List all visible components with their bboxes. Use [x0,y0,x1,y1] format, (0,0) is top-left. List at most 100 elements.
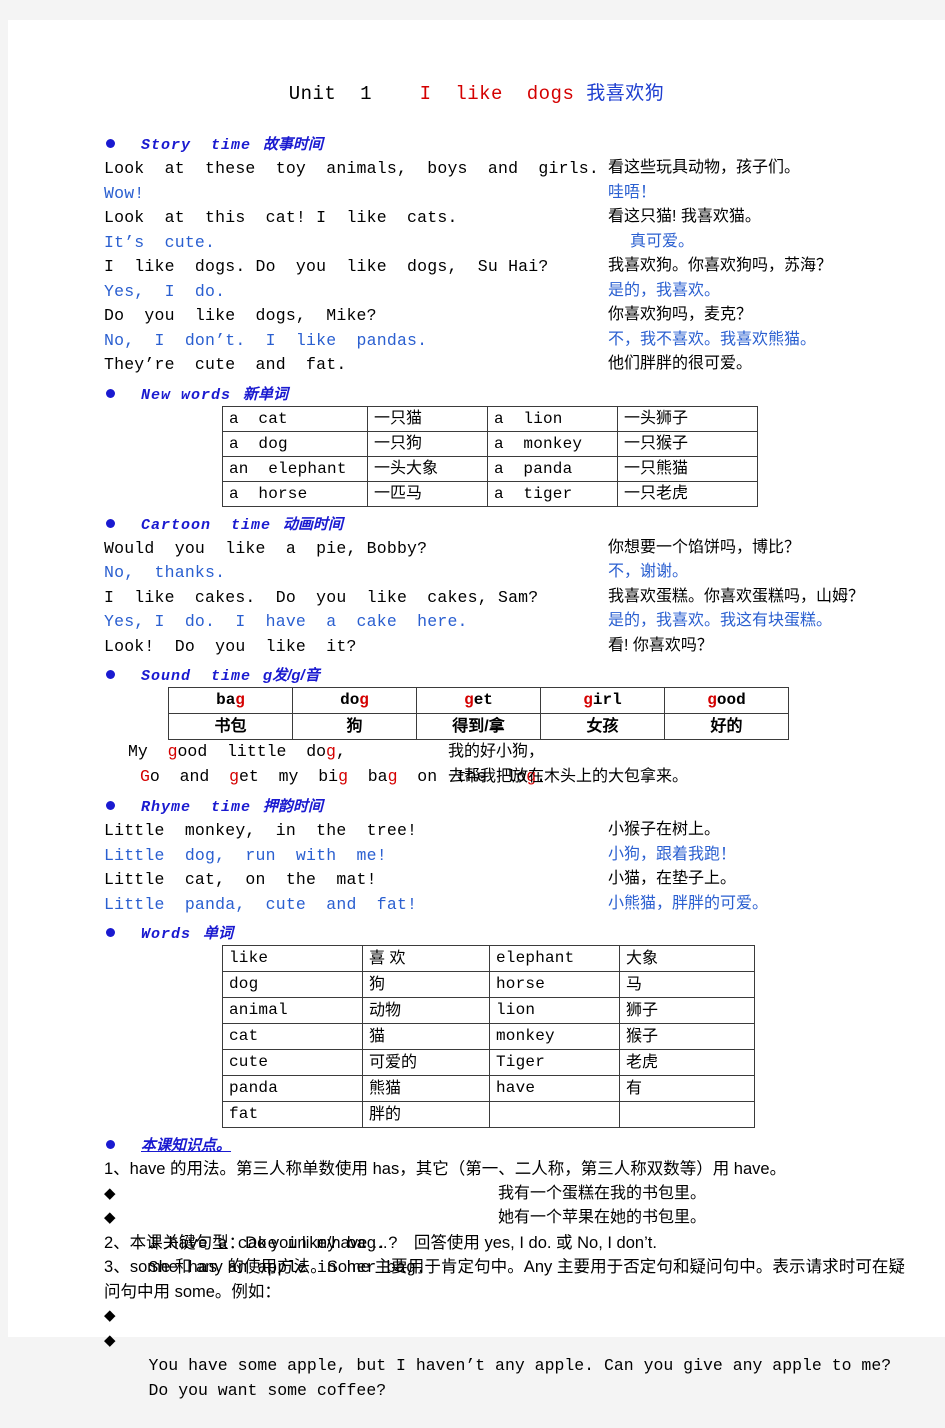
rhyme-line: Little monkey, in the tree! 小猴子在树上。 [8,818,945,843]
table-row: a cat 一只猫 a lion 一头狮子 [222,405,758,432]
dialogue-en: Yes, I do. I have a cake here. [104,612,468,631]
dialogue-cn: 看! 你喜欢吗？ [608,636,713,654]
page-content: Unit 1 I like dogs 我喜欢狗 Story time 故事时间 … [8,78,945,1400]
dialogue-cn: 你喜欢狗吗，麦克？ [608,306,753,323]
bullet-dot-icon [106,518,115,528]
cell-word: a lion [487,405,618,432]
cell-meaning: 动物 [362,997,490,1024]
knowledge-point-1: 1、have 的用法。第三人称单数使用 has，其它（第一、二人称，第三人称双数… [104,1160,787,1178]
example-en: Do you want some coffee? [148,1380,387,1400]
dialogue-en: Wow! [104,183,145,203]
cell-meaning: 大象 [619,945,755,972]
section-title-cn: 新单词 [243,385,289,403]
cell-meaning: 猴子 [619,1023,755,1050]
rhyme-en: Little dog, run with me! [104,845,387,865]
cell-meaning: 老虎 [619,1049,755,1076]
cell-meaning: 一只老虎 [617,480,758,507]
words-table: like 喜 欢 elephant 大象 dog 狗 horse 马 anima… [222,945,755,1128]
section-header-rhyme-time: Rhyme time 押韵时间 [8,795,945,816]
cell-word: a horse [222,480,368,507]
dialogue-cn: 看这些玩具动物，孩子们。 [608,159,801,176]
dialogue-en: It’s cute. [104,232,216,252]
page-title: Unit 1 I like dogs 我喜欢狗 [8,78,945,105]
rhyme-line: Little cat, on the mat! 小猫，在垫子上。 [8,867,945,892]
cell-meaning: 有 [619,1075,755,1102]
dialogue-cn: 不，我不喜欢。我喜欢熊猫。 [608,330,817,348]
cell-sound-meaning: 书包 [168,713,293,740]
cell-sound-meaning: 女孩 [540,713,665,740]
section-header-new-words: New words 新单词 [8,383,945,404]
rhyme-cn: 小猫，在垫子上。 [608,870,737,887]
rhyme-line: Little dog, run with me! 小狗，跟着我跑！ [8,843,945,868]
section-header-words: Words 单词 [8,922,945,943]
table-row: 书包 狗 得到/拿 女孩 好的 [168,713,789,740]
dialogue-en: I like dogs. Do you like dogs, Su Hai? [104,257,549,276]
rhyme-en: Little monkey, in the tree! [104,821,418,840]
table-row: bag dog get girl good [168,687,789,714]
dialogue-cn: 是的，我喜欢。我这有块蛋糕。 [608,612,833,629]
cell-sound-meaning: 狗 [292,713,417,740]
cell-meaning: 一头狮子 [617,405,758,432]
knowledge-example: ◆ Do you want some coffee? [8,1329,945,1400]
section-title-cn: g发/g/音 [263,667,320,684]
section-title-cn: 押韵时间 [263,798,324,815]
cell-word: have [489,1075,620,1102]
cell-meaning: 胖的 [362,1101,490,1128]
highlight-g: g [464,691,474,709]
cell-meaning: 喜 欢 [362,945,490,972]
cell-word: a cat [222,405,368,432]
cell-word: a tiger [487,480,618,507]
cell-sound-word: good [664,687,789,714]
dialogue-line: Yes, I do. I have a cake here. 是的，我喜欢。我这有… [8,609,945,634]
table-row: fat 胖的 [222,1101,755,1128]
cell-word: Tiger [489,1049,620,1076]
bullet-dot-icon [106,670,115,679]
cell-word [489,1101,620,1128]
dialogue-en: Do you like dogs, Mike? [104,306,377,325]
dialogue-line: It’s cute. 真可爱。 [8,230,945,255]
cell-word: cute [222,1049,363,1076]
dialogue-cn: 我喜欢蛋糕。你喜欢蛋糕吗，山姆？ [608,587,865,605]
example-cn: 她有一个苹果在她的书包里。 [498,1209,707,1226]
rhyme-cn: 小熊猫，胖胖的可爱。 [608,894,769,912]
cell-sound-meaning: 好的 [664,713,789,740]
cell-word: like [222,945,363,972]
cell-word: horse [489,971,620,998]
dialogue-cn: 不，谢谢。 [608,563,689,580]
dialogue-en: I like cakes. Do you like cakes, Sam? [104,587,539,607]
dialogue-line: No, I don’t. I like pandas. 不，我不喜欢。我喜欢熊猫。 [8,328,945,353]
dialogue-en: They’re cute and fat. [104,355,347,374]
cell-meaning: 狮子 [619,997,755,1024]
cell-sound-word: dog [292,687,417,714]
bullet-dot-icon [106,1140,115,1149]
section-title-en: Cartoon time [141,516,272,534]
dialogue-line: I like dogs. Do you like dogs, Su Hai? 我喜… [8,254,945,279]
section-header-sound-time: Sound time g发/g/音 [8,664,945,685]
dialogue-en: Look! Do you like it? [104,636,357,656]
dialogue-line: Wow! 哇唔！ [8,181,945,206]
knowledge-example: ◆ She has an apple in her bag. 她有一个苹果在她的… [8,1206,945,1277]
rhyme-cn: 我的好小狗， [448,743,545,760]
section-header-cartoon-time: Cartoon time 动画时间 [8,513,945,534]
highlight-g: g [583,691,593,709]
sound-rhyme-line: Go and get my big bag on the log. 去帮我把放在木… [8,765,945,790]
cell-word: monkey [489,1023,620,1050]
sound-time-table: bag dog get girl good 书包 狗 得到/拿 女孩 好的 [168,687,789,740]
section-title-cn: 故事时间 [263,136,324,153]
dialogue-line: Look at these toy animals, boys and girl… [8,156,945,181]
cell-word: panda [222,1075,363,1102]
section-title-en: New words [141,386,232,404]
title-english: I like dogs [419,83,575,105]
dialogue-cn: 哇唔！ [608,183,657,201]
cell-word: a monkey [487,430,618,457]
highlight-g: g [707,691,717,709]
cell-word: elephant [489,945,620,972]
dialogue-line: No, thanks. 不，谢谢。 [8,560,945,585]
cell-word: a panda [487,455,618,482]
table-row: an elephant 一头大象 a panda 一只熊猫 [222,455,758,482]
bullet-dot-icon [106,928,115,937]
dialogue-line: Yes, I do. 是的，我喜欢。 [8,279,945,304]
diamond-bullet-icon: ◆ [104,1332,116,1349]
cell-word: cat [222,1023,363,1050]
section-title-en: Words [141,926,192,943]
